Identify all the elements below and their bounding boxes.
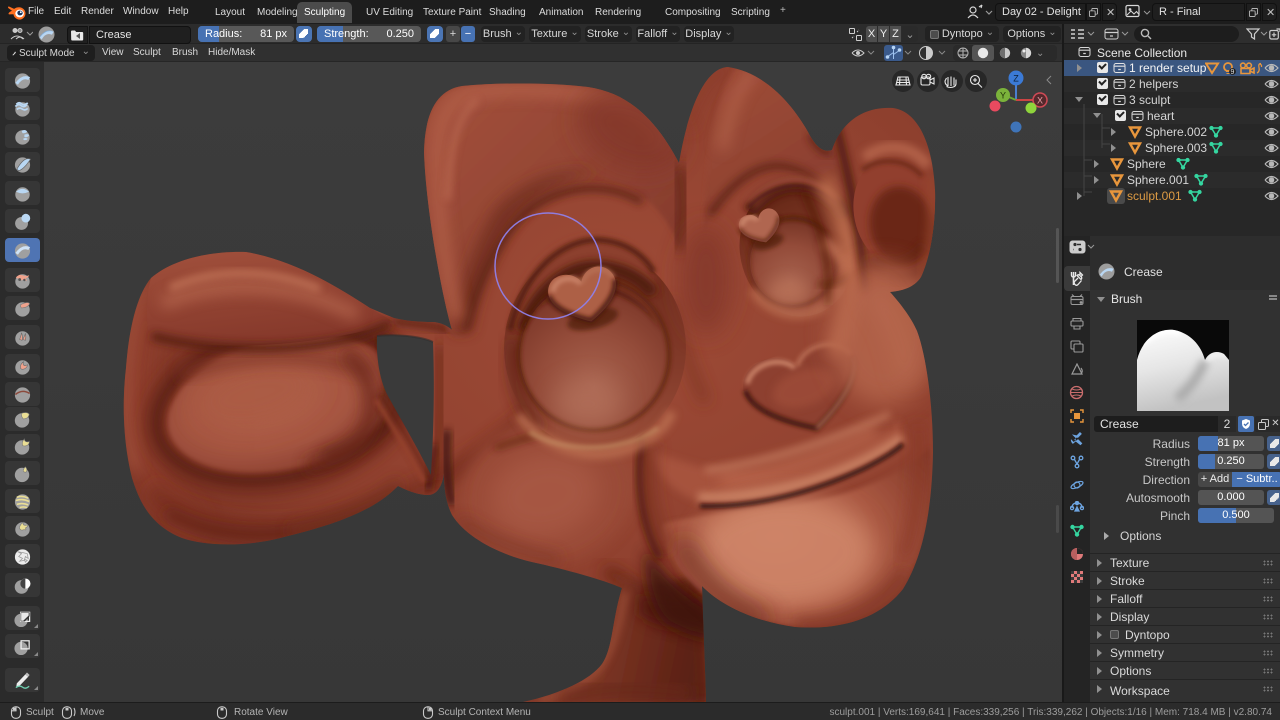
svg-text:Z: Z	[1013, 74, 1019, 84]
svg-text:9: 9	[1231, 69, 1235, 75]
svg-text:Y: Y	[1000, 91, 1006, 101]
svg-text:X: X	[1037, 96, 1043, 106]
